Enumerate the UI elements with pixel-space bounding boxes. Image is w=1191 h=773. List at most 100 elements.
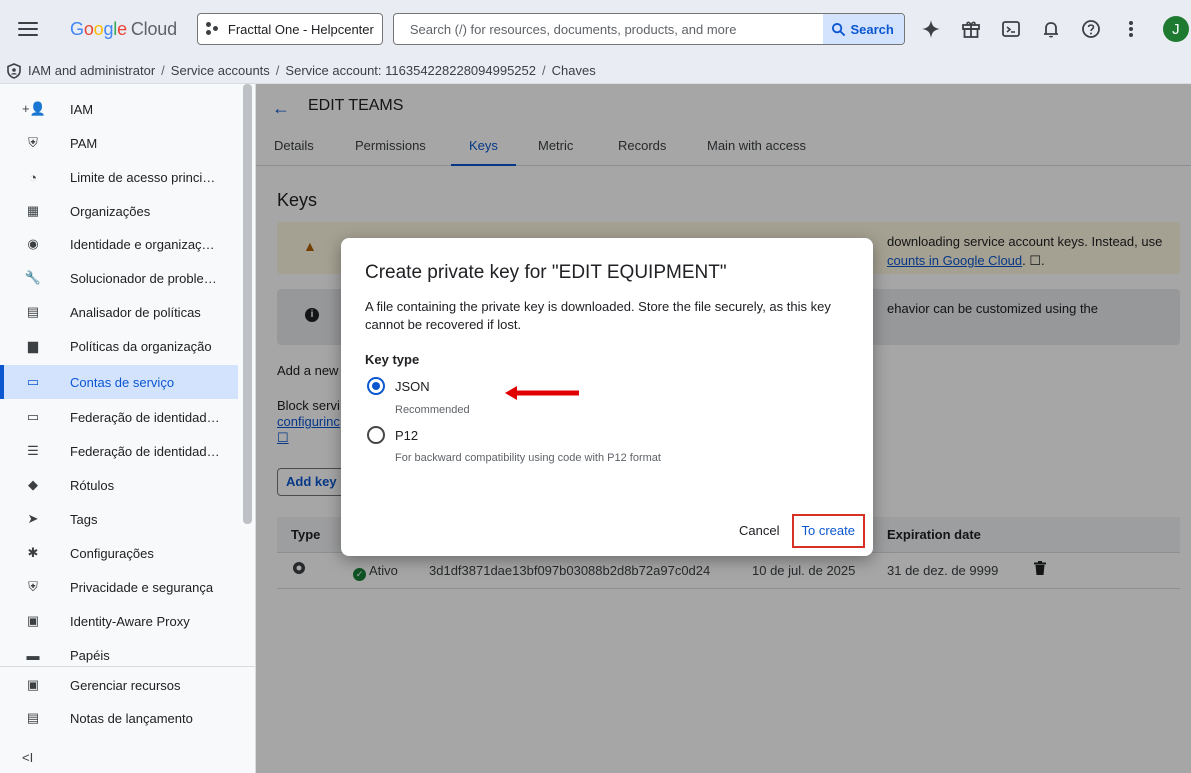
sidebar-item-label: Políticas da organização xyxy=(70,338,212,354)
sidebar-item[interactable]: ▦ Organizações xyxy=(0,194,238,228)
breadcrumb: IAM and administrator / Service accounts… xyxy=(0,58,1191,84)
breadcrumb-item-keys: Chaves xyxy=(551,63,596,78)
radio-p12-label[interactable]: P12 xyxy=(395,428,418,443)
radio-json[interactable] xyxy=(367,377,385,395)
sidebar-item-icon: ▦ xyxy=(26,203,40,218)
sidebar-item-icon: ▬ xyxy=(26,647,40,663)
breadcrumb-item-iam[interactable]: IAM and administrator xyxy=(28,63,155,78)
sidebar-item-label: Identity-Aware Proxy xyxy=(70,613,190,629)
sidebar-item[interactable]: ◆ Rótulos xyxy=(0,468,238,502)
sidebar-item[interactable]: ⛨ Privacidade e segurança xyxy=(0,570,238,604)
main-menu-icon[interactable] xyxy=(18,22,38,36)
sidebar-item-icon: ▣ xyxy=(26,613,40,628)
sidebar-item-icon: ☰ xyxy=(27,443,39,458)
annotation-arrow-icon xyxy=(505,386,579,400)
sidebar-item-icon: ▣ xyxy=(26,677,40,692)
breadcrumb-item-service-account[interactable]: Service account: 116354228228094995252 xyxy=(285,63,536,78)
sidebar-item[interactable]: 🔧 Solucionador de proble… xyxy=(0,261,238,295)
sidebar-item-icon: ▭ xyxy=(26,374,40,389)
sidebar-divider xyxy=(0,666,255,667)
radio-p12[interactable] xyxy=(367,426,385,444)
sidebar-item-icon: ▤ xyxy=(26,710,40,725)
sidebar-item[interactable]: ▤ Notas de lançamento xyxy=(0,701,238,735)
iam-shield-icon xyxy=(7,62,21,79)
search-button[interactable]: Search xyxy=(823,14,904,44)
sidebar-item[interactable]: ▣ Identity-Aware Proxy xyxy=(0,604,238,638)
sidebar-item-icon: 🔧 xyxy=(24,270,42,285)
sidebar-item-icon: ▆ xyxy=(28,338,38,353)
cancel-button[interactable]: Cancel xyxy=(733,514,785,548)
sidebar-item[interactable]: ✱ Configurações xyxy=(0,536,238,570)
sidebar-item-label: Rótulos xyxy=(70,477,115,493)
search-icon xyxy=(832,22,846,36)
account-avatar[interactable]: J xyxy=(1162,16,1189,42)
sidebar-item-label: Analisador de políticas xyxy=(70,304,201,320)
sidebar-item-label: Contas de serviço xyxy=(70,374,175,390)
radio-p12-hint: For backward compatibility using code wi… xyxy=(395,452,661,464)
sidebar-item-label: Organizações xyxy=(70,203,151,219)
sidebar-item[interactable]: ◔ Limite de acesso princi… xyxy=(0,160,238,194)
collapse-sidebar-button[interactable]: <I xyxy=(22,750,33,765)
sidebar-item[interactable]: ▆ Políticas da organização xyxy=(0,329,238,363)
create-button[interactable]: To create xyxy=(791,514,865,548)
sidebar-item[interactable]: ▭ Federação de identidad… xyxy=(0,400,238,434)
sidebar-item-icon: ➤ xyxy=(27,511,39,526)
sidebar-item-label: Papéis xyxy=(70,647,110,663)
sidebar-item-icon: ⛨ xyxy=(28,135,38,150)
sidebar-item-label: PAM xyxy=(70,135,98,151)
sidebar-item-icon: ▤ xyxy=(26,304,40,319)
radio-json-hint: Recommended xyxy=(395,404,470,416)
sidebar-item[interactable]: +👤 IAM xyxy=(0,92,238,126)
dialog-body: A file containing the private key is dow… xyxy=(365,299,831,332)
sidebar-item-label: Identidade e organizaç… xyxy=(70,236,215,252)
sidebar-item[interactable]: ☰ Federação de identidad… xyxy=(0,434,238,468)
sidebar: +👤 IAM ⛨ PAM ◔ Limite de acesso princi… ▦ Organ… xyxy=(0,84,256,773)
dialog-actions: Cancel To create xyxy=(733,514,865,548)
gift-icon[interactable] xyxy=(959,17,983,41)
sidebar-item[interactable]: ◉ Identidade e organizaç… xyxy=(0,227,238,261)
top-bar: Google Cloud Fracttal One - Helpcenter Se… xyxy=(0,0,1191,58)
more-vert-icon[interactable] xyxy=(1119,17,1143,41)
breadcrumb-item-service-accounts[interactable]: Service accounts xyxy=(171,63,270,78)
help-icon[interactable] xyxy=(1079,17,1103,41)
sidebar-scrollbar[interactable] xyxy=(243,84,252,524)
sidebar-item-label: Solucionador de proble… xyxy=(70,270,217,286)
google-cloud-logo[interactable]: Google Cloud xyxy=(70,19,177,40)
project-name: Fracttal One - Helpcenter xyxy=(227,21,374,37)
sidebar-item-icon: ⛨ xyxy=(28,579,38,594)
sidebar-item-icon: ◔ xyxy=(29,169,37,185)
sidebar-item[interactable]: ▤ Analisador de políticas xyxy=(0,295,238,329)
dialog-title: Create private key for "EDIT EQUIPMENT" xyxy=(365,262,727,283)
sidebar-item-label: Tags xyxy=(70,511,98,527)
sidebar-item-label: Federação de identidad… xyxy=(70,443,220,459)
project-picker[interactable]: Fracttal One - Helpcenter xyxy=(196,13,383,45)
cloud-shell-icon[interactable] xyxy=(999,17,1023,41)
search-bar[interactable]: Search (/) for resources, documents, pro… xyxy=(392,13,905,45)
sidebar-item-label: Limite de acesso princi… xyxy=(70,169,216,185)
breadcrumb-separator: / xyxy=(542,63,546,78)
breadcrumb-separator: / xyxy=(161,63,165,78)
sidebar-item[interactable]: ▭ Contas de serviço xyxy=(0,365,238,399)
sidebar-item-label: Gerenciar recursos xyxy=(70,677,181,693)
sidebar-item[interactable]: ➤ Tags xyxy=(0,502,238,536)
sidebar-item[interactable]: ⛨ PAM xyxy=(0,126,238,160)
project-dots-icon xyxy=(205,22,222,36)
sidebar-item-icon: +👤 xyxy=(22,101,46,116)
sidebar-item-label: IAM xyxy=(70,101,94,117)
gemini-sparkle-icon[interactable] xyxy=(919,17,943,41)
create-private-key-dialog: Create private key for "EDIT EQUIPMENT" … xyxy=(341,238,873,556)
sidebar-item-label: Configurações xyxy=(70,545,154,561)
sidebar-item-label: Privacidade e segurança xyxy=(70,579,214,595)
radio-json-label[interactable]: JSON xyxy=(395,379,430,394)
sidebar-item-icon: ▭ xyxy=(26,409,40,424)
sidebar-item-icon: ◆ xyxy=(28,477,38,492)
sidebar-item[interactable]: ▣ Gerenciar recursos xyxy=(0,668,238,702)
breadcrumb-separator: / xyxy=(275,63,280,78)
sidebar-item-icon: ✱ xyxy=(27,545,39,560)
key-type-label: Key type xyxy=(365,352,420,367)
notifications-bell-icon[interactable] xyxy=(1039,17,1063,41)
search-input[interactable]: Search (/) for resources, documents, pro… xyxy=(394,22,824,37)
sidebar-item-label: Notas de lançamento xyxy=(70,710,193,726)
sidebar-item-icon: ◉ xyxy=(27,236,39,251)
sidebar-item-label: Federação de identidad… xyxy=(70,409,220,425)
